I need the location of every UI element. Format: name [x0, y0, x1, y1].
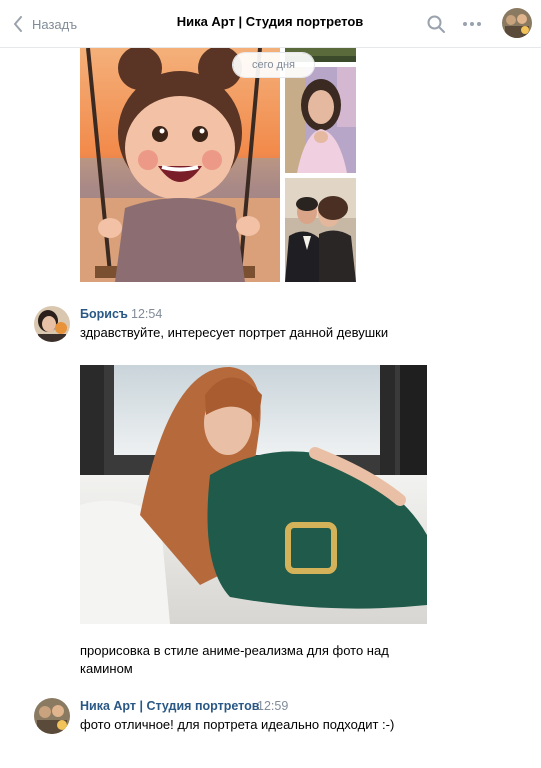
message-text: здравствуйте, интересует портрет данной … — [80, 325, 389, 340]
avatar[interactable] — [34, 698, 70, 734]
date-separator: сего дня — [233, 53, 314, 77]
back-label: Назадъ — [32, 16, 78, 32]
cartoon-girl-image[interactable] — [80, 48, 280, 282]
more-icon[interactable] — [460, 12, 484, 36]
couple-photo-thumbnail[interactable] — [285, 178, 356, 282]
back-button[interactable]: Назадъ — [10, 12, 77, 36]
message-time: 12:59 — [257, 699, 289, 713]
chat-header: Назадъ Ника Арт | Студия портретов — [0, 0, 541, 48]
message-author[interactable]: Борисъ — [80, 307, 128, 321]
chat-avatar[interactable] — [502, 8, 532, 38]
message-text: прорисовка в стиле аниме-реализма для фо… — [80, 643, 389, 676]
message-time: 12:54 — [131, 307, 163, 321]
chat-title: Ника Арт | Студия портретов — [176, 14, 364, 29]
woman-portrait-thumbnail[interactable] — [285, 67, 356, 173]
search-icon[interactable] — [424, 12, 448, 36]
chevron-left-icon — [10, 12, 26, 36]
message-text: фото отличное! для портрета идеально под… — [80, 717, 395, 732]
message-author[interactable]: Ника Арт | Студия портретов — [80, 699, 259, 713]
woman-reclining-photo[interactable] — [80, 365, 427, 624]
avatar[interactable] — [34, 306, 70, 342]
